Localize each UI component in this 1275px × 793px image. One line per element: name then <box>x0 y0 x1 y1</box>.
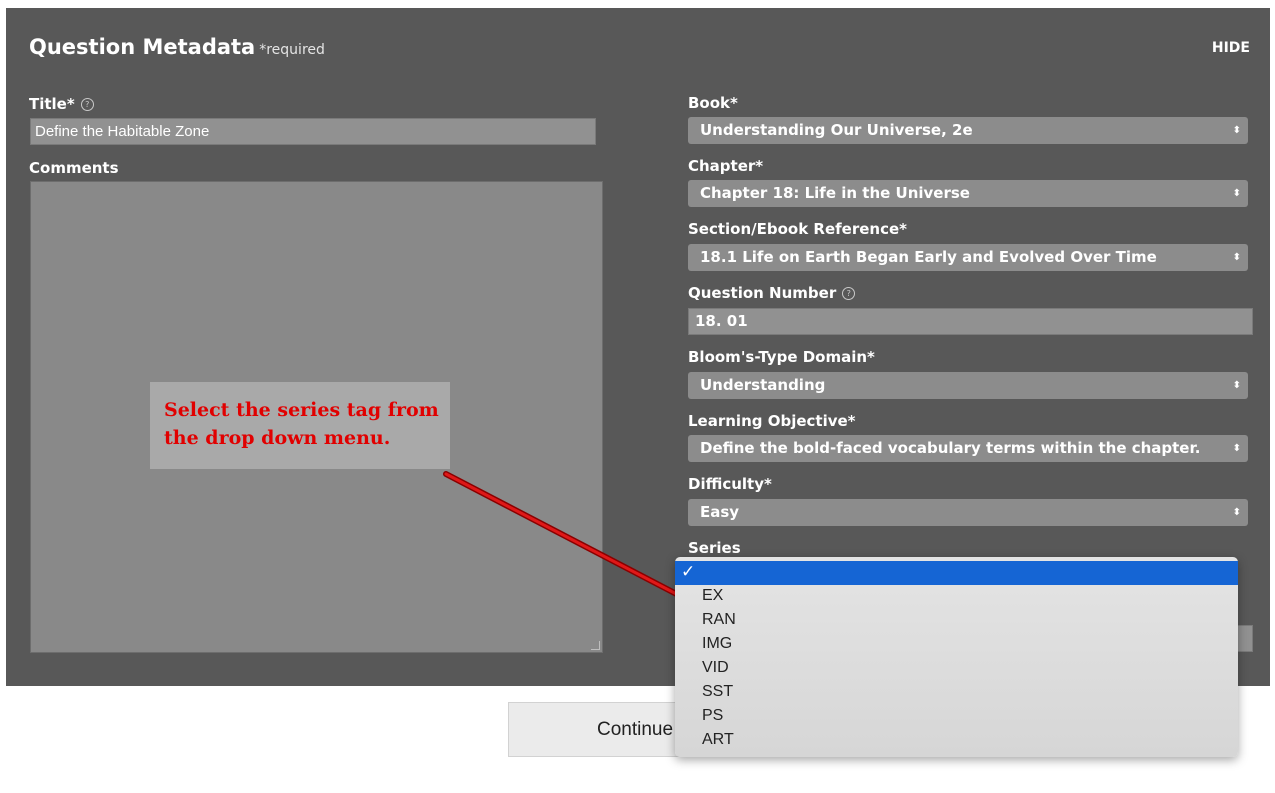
select-arrows-icon: ⬍ <box>1232 507 1241 518</box>
difficulty-label: Difficulty* <box>688 475 772 493</box>
checkmark-icon: ✓ <box>681 562 696 582</box>
difficulty-select[interactable]: Easy ⬍ <box>688 499 1248 526</box>
hide-button[interactable]: HIDE <box>1212 40 1250 56</box>
section-select-value: 18.1 Life on Earth Began Early and Evolv… <box>700 248 1157 266</box>
resize-handle-icon[interactable] <box>591 641 600 650</box>
objective-select-value: Define the bold-faced vocabulary terms w… <box>700 439 1201 457</box>
series-label: Series <box>688 539 741 557</box>
section-label: Section/Ebook Reference* <box>688 220 908 238</box>
title-label-text: Title* <box>29 95 75 113</box>
question-number-label: Question Number? <box>688 284 856 302</box>
series-option-vid[interactable]: VID <box>702 659 729 677</box>
chapter-select-value: Chapter 18: Life in the Universe <box>700 184 970 202</box>
select-arrows-icon: ⬍ <box>1232 443 1241 454</box>
select-arrows-icon: ⬍ <box>1232 252 1241 263</box>
question-number-label-text: Question Number <box>688 284 837 302</box>
panel-title: Question Metadata *required <box>29 35 325 59</box>
bloom-select[interactable]: Understanding ⬍ <box>688 372 1248 399</box>
select-arrows-icon: ⬍ <box>1232 188 1241 199</box>
comments-label: Comments <box>29 159 119 177</box>
series-option-sst[interactable]: SST <box>702 683 733 701</box>
series-option-ps[interactable]: PS <box>702 707 723 725</box>
book-label: Book* <box>688 94 738 112</box>
question-number-input[interactable]: 18. 01 <box>688 308 1253 335</box>
bloom-label: Bloom's-Type Domain* <box>688 348 875 366</box>
title-label: Title*? <box>29 95 94 113</box>
help-icon[interactable]: ? <box>842 287 856 300</box>
objective-label: Learning Objective* <box>688 412 856 430</box>
section-select[interactable]: 18.1 Life on Earth Began Early and Evolv… <box>688 244 1248 271</box>
next-field-input[interactable] <box>1236 625 1253 652</box>
chapter-label: Chapter* <box>688 157 764 175</box>
series-dropdown-menu[interactable]: ✓ EX RAN IMG VID SST PS ART <box>675 557 1238 757</box>
objective-select[interactable]: Define the bold-faced vocabulary terms w… <box>688 435 1248 462</box>
book-select-value: Understanding Our Universe, 2e <box>700 121 973 139</box>
select-arrows-icon: ⬍ <box>1232 125 1241 136</box>
required-note: *required <box>259 42 325 58</box>
help-icon[interactable]: ? <box>80 98 94 111</box>
bloom-select-value: Understanding <box>700 376 826 394</box>
panel-title-text: Question Metadata <box>29 35 256 59</box>
series-option-img[interactable]: IMG <box>702 635 732 653</box>
series-option-ex[interactable]: EX <box>702 587 723 605</box>
title-input[interactable] <box>30 118 596 145</box>
instruction-callout: Select the series tag from the drop down… <box>150 382 450 469</box>
select-arrows-icon: ⬍ <box>1232 380 1241 391</box>
difficulty-select-value: Easy <box>700 503 740 521</box>
series-option-ran[interactable]: RAN <box>702 611 736 629</box>
series-option-art[interactable]: ART <box>702 731 734 749</box>
series-option-blank[interactable]: ✓ <box>675 561 1238 585</box>
book-select[interactable]: Understanding Our Universe, 2e ⬍ <box>688 117 1248 144</box>
callout-text: Select the series tag from the drop down… <box>164 399 439 449</box>
chapter-select[interactable]: Chapter 18: Life in the Universe ⬍ <box>688 180 1248 207</box>
